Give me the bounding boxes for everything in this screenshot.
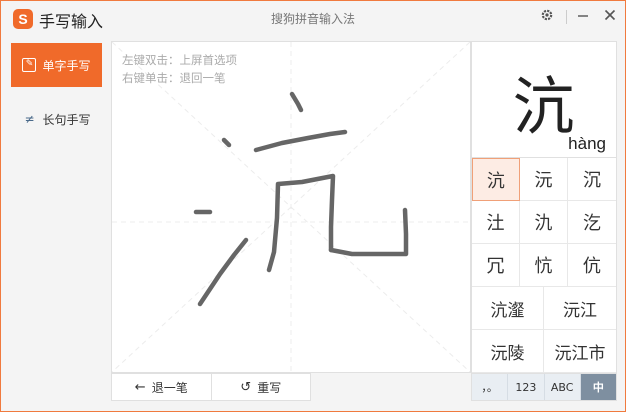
- gear-icon[interactable]: [538, 8, 556, 26]
- candidate-char[interactable]: 沉: [568, 158, 616, 201]
- candidate-char[interactable]: 沅: [520, 158, 568, 201]
- ink-stroke: [197, 237, 249, 307]
- ink-stroke: [221, 137, 232, 148]
- candidate-char[interactable]: 沆: [472, 158, 520, 201]
- ink-stroke: [266, 173, 336, 273]
- candidate-char[interactable]: 汢: [472, 201, 520, 244]
- mode-sidebar: ✎ 单字手写 ≠ 长句手写: [1, 35, 111, 411]
- mode-letters[interactable]: ABC: [544, 374, 581, 400]
- undo-stroke-button[interactable]: ← 退一笔: [112, 374, 212, 400]
- hint-double-click: 左键双击：上屏首选项: [122, 53, 237, 67]
- rewrite-label: 重写: [257, 380, 282, 395]
- writing-pad[interactable]: 左键双击：上屏首选项 右键单击：退回一笔: [111, 41, 471, 373]
- ink-strokes: [193, 91, 409, 307]
- window-title: 搜狗拼音输入法: [270, 12, 355, 26]
- hint-right-click: 右键单击：退回一笔: [122, 71, 226, 85]
- candidate-panel: 沆 hàng 沆 沅 沉 汢 氿 汔 冗 忼 伉 沆瀣 沅江 沅陵 沅江市 ，。…: [471, 41, 617, 401]
- candidate-word[interactable]: 沅江: [544, 287, 616, 330]
- candidate-word[interactable]: 沆瀣: [472, 287, 544, 330]
- pad-actions: ← 退一笔 ↺ 重写: [111, 373, 311, 401]
- word-candidates: 沆瀣 沅江 沅陵 沅江市: [472, 287, 616, 373]
- title-bar[interactable]: S 手写输入 搜狗拼音输入法: [1, 1, 625, 35]
- rewrite-button[interactable]: ↺ 重写: [212, 374, 311, 400]
- sidebar-item-sentence[interactable]: ≠ 长句手写: [11, 97, 102, 141]
- single-char-candidates: 沆 沅 沉 汢 氿 汔 冗 忼 伉: [472, 158, 616, 287]
- candidate-word[interactable]: 沅江市: [544, 330, 616, 373]
- refresh-icon: ↺: [240, 379, 252, 395]
- close-icon[interactable]: [601, 8, 619, 26]
- writing-canvas[interactable]: [112, 42, 470, 372]
- sidebar-item-label: 单字手写: [42, 58, 91, 73]
- ink-stroke: [328, 207, 409, 257]
- minimize-icon[interactable]: [574, 8, 592, 26]
- edit-box-icon: ✎: [22, 58, 37, 72]
- candidate-char[interactable]: 忼: [520, 244, 568, 287]
- titlebar-divider: [566, 10, 567, 24]
- candidate-char[interactable]: 氿: [520, 201, 568, 244]
- sidebar-item-single-char[interactable]: ✎ 单字手写: [11, 43, 102, 87]
- mode-numbers[interactable]: 123: [508, 374, 545, 400]
- candidate-preview: 沆 hàng: [472, 42, 616, 158]
- preview-pinyin: hàng: [568, 134, 606, 153]
- undo-stroke-label: 退一笔: [151, 380, 188, 395]
- ink-stroke: [289, 91, 304, 113]
- mode-punctuation[interactable]: ，。: [472, 374, 509, 400]
- preview-character: 沆: [512, 70, 575, 143]
- mode-chinese[interactable]: 中: [580, 374, 616, 400]
- candidate-word[interactable]: 沅陵: [472, 330, 544, 373]
- input-mode-bar: ，。 123 ABC 中: [472, 373, 616, 400]
- ink-stroke: [253, 129, 348, 153]
- handwriting-window: S 手写输入 搜狗拼音输入法 ✎ 单字手写 ≠ 长句手写 左键双击：上屏首选项 …: [0, 0, 626, 412]
- handwriting-icon: ≠: [24, 112, 35, 126]
- sidebar-item-label: 长句手写: [42, 112, 91, 127]
- candidate-char[interactable]: 汔: [568, 201, 616, 244]
- candidate-char[interactable]: 伉: [568, 244, 616, 287]
- arrow-left-icon: ←: [134, 379, 146, 395]
- candidate-char[interactable]: 冗: [472, 244, 520, 287]
